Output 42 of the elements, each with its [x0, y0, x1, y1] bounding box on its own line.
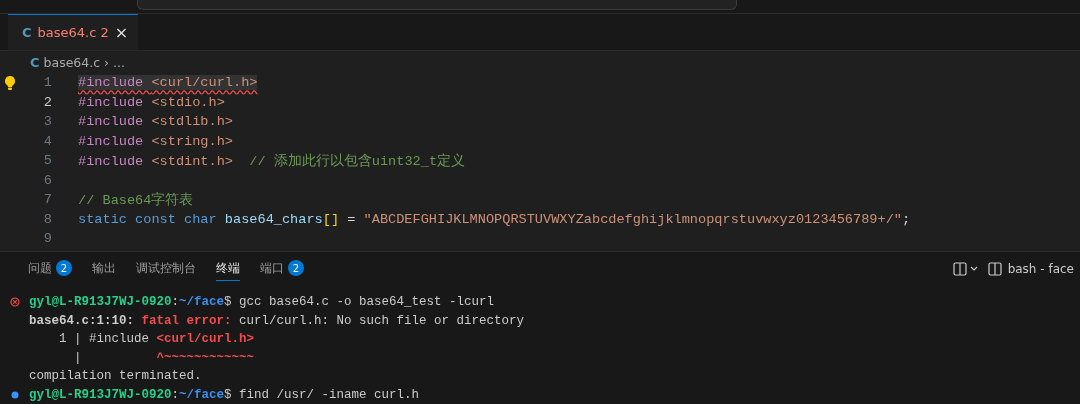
code-line: static const char base64_chars[] = "ABCDEFGHIJKLMNOPQRSTUVWXYZabcdefghijklmnopqrstuvwxyz0123456789+/";	[78, 211, 911, 227]
terminal-line: compilation terminated.	[29, 369, 202, 384]
editor-tab[interactable]: C base64.c 2 ×	[8, 14, 139, 50]
chevron-icon: ›	[104, 54, 110, 70]
line-number: 2	[42, 94, 53, 110]
code-line: #include <stdio.h>	[78, 94, 225, 110]
code-line: #include <string.h>	[78, 133, 233, 149]
terminal-line: gyl@L-R913J7WJ-0920:~/face$ find /usr/ -iname curl.h	[29, 387, 420, 402]
line-number: 7	[42, 192, 53, 208]
code-line: #include <stdint.h> // 添加此行以包含uint32_t定义	[78, 152, 466, 170]
panel-tab[interactable]: 调试控制台	[136, 256, 196, 281]
line-number: 5	[42, 153, 53, 169]
split-terminal-icon[interactable]	[987, 261, 1002, 276]
panel-tab[interactable]: 终端	[216, 256, 240, 281]
line-number: 4	[42, 133, 53, 149]
breadcrumb-item[interactable]: ...	[113, 54, 126, 70]
code-line: #include <stdlib.h>	[78, 114, 233, 130]
code-line: // Base64字符表	[78, 191, 194, 209]
terminal-line: gyl@L-R913J7WJ-0920:~/face$ gcc base64.c -o base64_test -lcurl	[29, 295, 495, 310]
line-number: 8	[42, 211, 53, 227]
c-file-icon: C	[22, 25, 32, 40]
count-badge: 2	[288, 260, 304, 276]
line-number: 1	[42, 75, 53, 91]
panel-tab[interactable]: 端口 2	[260, 256, 304, 281]
lightbulb-icon[interactable]	[4, 74, 16, 91]
error-mark-icon[interactable]	[9, 297, 20, 308]
line-number: 6	[42, 172, 53, 188]
line-number: 3	[42, 114, 53, 130]
panel-tab[interactable]: 问题 2	[28, 256, 72, 281]
breadcrumb-item[interactable]: base64.c	[43, 54, 101, 70]
line-number: 9	[42, 231, 53, 247]
chevron-down-icon[interactable]	[969, 265, 978, 272]
close-icon[interactable]: ×	[114, 23, 129, 42]
terminal-line: base64.c:1:10: fatal error: curl/curl.h: No such file or directory	[29, 313, 525, 328]
command-mark-icon[interactable]	[10, 390, 19, 399]
terminal-line: | ^~~~~~~~~~~~~	[73, 350, 255, 365]
panel-tab[interactable]: 输出	[92, 256, 116, 281]
terminal-tab[interactable]: bash - face	[987, 261, 1074, 276]
c-file-icon: C	[30, 54, 40, 70]
terminal-line: 1 | #include <curl/curl.h>	[58, 332, 255, 347]
split-panel-icon[interactable]	[952, 261, 967, 276]
count-badge: 2	[56, 260, 72, 276]
